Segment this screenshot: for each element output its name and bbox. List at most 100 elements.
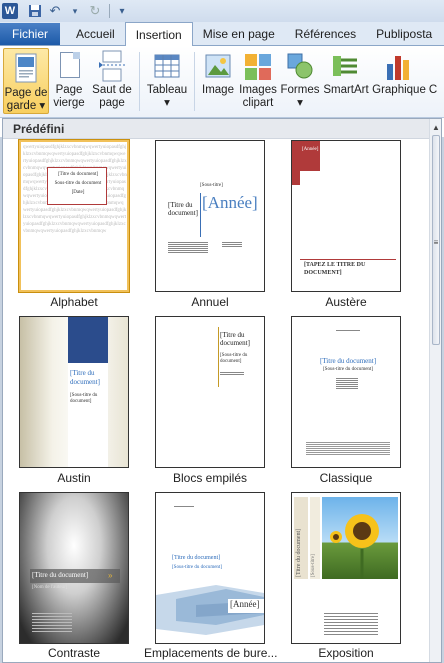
ribbon-insert: Page de garde ▾ Page vierge Saut de page… <box>0 46 444 118</box>
annuel-title: [Titre du document] <box>168 201 198 217</box>
classique-subtitle: [Sous-titre du document] <box>323 367 373 372</box>
page-break-label-2: page <box>99 97 125 109</box>
clipart-button[interactable]: Images clipart <box>237 46 279 117</box>
clipart-label-2: clipart <box>242 97 274 109</box>
customize-qat-icon[interactable]: ▾ <box>113 2 131 20</box>
austin-top-block <box>68 317 108 363</box>
cover-austin-caption: Austin <box>57 471 91 485</box>
blank-page-icon <box>54 50 84 82</box>
cover-annuel-caption: Annuel <box>191 295 229 309</box>
cover-classique-thumb[interactable]: [Titre du document] [Sous-titre du docum… <box>291 316 401 468</box>
cover-contraste-thumb[interactable]: [Titre du document] » [Nom de l'auteur] <box>19 492 129 644</box>
blank-page-button[interactable]: Page vierge <box>49 46 89 117</box>
blank-page-label-2: vierge <box>53 97 85 109</box>
classique-info <box>336 377 358 389</box>
page-break-label-1: Saut de <box>92 84 132 96</box>
tab-mailings[interactable]: Publiposta <box>366 23 442 45</box>
classique-title: [Titre du document] <box>319 357 377 365</box>
ribbon-separator <box>194 52 195 111</box>
cover-emplacements-caption: Emplacements de bure... <box>144 646 278 660</box>
word-cover-page-gallery: W ↶ ▾ ↻ ▾ Fichier Accueil Insertion Mise… <box>0 0 444 663</box>
cover-page-label-2: garde ▾ <box>6 100 46 112</box>
shapes-button[interactable]: Formes ▾ <box>279 46 321 117</box>
page-break-button[interactable]: Saut de page <box>89 46 135 117</box>
cover-austere-caption: Austère <box>325 295 367 309</box>
cover-page-button[interactable]: Page de garde ▾ <box>3 48 49 114</box>
annuel-subtitle: [Sous-titre] <box>200 183 223 188</box>
contraste-author: [Nom de l'auteur] <box>32 585 68 590</box>
blocs-author <box>220 371 244 375</box>
cover-exposition-thumb[interactable]: [Titre du document] [Sous-titre] <box>291 492 401 644</box>
emplacements-graphic <box>156 585 264 635</box>
annuel-divider <box>200 193 201 237</box>
chart-button[interactable]: Graphique <box>371 46 427 117</box>
cover-page-icon <box>11 53 41 85</box>
ribbon-tabs: Fichier Accueil Insertion Mise en page R… <box>0 22 444 46</box>
scroll-up-icon[interactable]: ▲ <box>430 120 442 134</box>
cover-blocs-thumb[interactable]: [Titre du document] [Sous-titre du docum… <box>155 316 265 468</box>
smartart-label: SmartArt <box>323 84 369 96</box>
clipart-icon <box>243 50 273 82</box>
smartart-button[interactable]: SmartArt <box>321 46 371 117</box>
cover-exposition-caption: Exposition <box>318 646 374 660</box>
cover-classique-caption: Classique <box>319 471 373 485</box>
image-button[interactable]: Image <box>199 46 237 117</box>
exposition-title: [Titre du document] <box>296 528 302 577</box>
more-button[interactable]: C <box>427 46 439 117</box>
word-logo-icon[interactable]: W <box>2 3 18 19</box>
scroll-grip-icon: ≡ <box>433 237 439 247</box>
austere-rule <box>300 259 396 260</box>
exposition-info <box>324 611 378 635</box>
more-icon <box>427 50 439 82</box>
blank-page-label-1: Page <box>55 84 83 96</box>
chart-icon <box>384 50 414 82</box>
save-icon[interactable] <box>26 2 44 20</box>
tab-page-layout[interactable]: Mise en page <box>193 23 285 45</box>
chart-label: Graphique <box>372 84 426 96</box>
classique-abstract <box>306 441 390 455</box>
alphabet-title-box: [Titre du document] Sous-titre du docume… <box>47 167 107 205</box>
cover-page-gallery: Prédéfini ▲ ≡ qwertyuiopasdfghjklzxcvbnm… <box>2 118 442 663</box>
exposition-subtitle: [Sous-titre] <box>311 554 316 577</box>
emplacements-title: [Titre du document] <box>172 555 221 561</box>
table-button[interactable]: Tableau ▾ <box>144 46 190 117</box>
tab-insert[interactable]: Insertion <box>124 22 193 46</box>
emplacements-year: [Année] <box>230 599 260 609</box>
alphabet-title: [Titre du document] <box>57 172 99 177</box>
gallery-section-header: Prédéfini <box>3 119 433 139</box>
cover-austere-thumb[interactable]: [Année] [TAPEZ LE TITRE DU DOCUMENT] <box>291 140 401 292</box>
cover-contraste-caption: Contraste <box>47 646 101 660</box>
annuel-author <box>222 241 242 247</box>
sunflower-image <box>322 497 398 579</box>
tab-file[interactable]: Fichier <box>0 23 61 45</box>
undo-dropdown-icon[interactable]: ▾ <box>66 2 84 20</box>
image-icon <box>203 50 233 82</box>
cover-alphabet-thumb[interactable]: qwertyuiopasdfghjklzxcvbnmqwqwertyuiopas… <box>18 139 130 293</box>
undo-icon[interactable]: ↶ <box>46 2 64 20</box>
austere-year: [Année] <box>302 147 319 152</box>
gallery-scrollbar[interactable]: ▲ ≡ <box>429 119 441 662</box>
blocs-title: [Titre du document] <box>220 331 250 347</box>
cover-blocs-caption: Blocs empilés <box>172 471 248 485</box>
tab-references[interactable]: Références <box>285 23 366 45</box>
cover-austin-thumb[interactable]: [Titre du document] [Sous-titre du docum… <box>19 316 129 468</box>
annuel-text-lines <box>168 241 208 253</box>
cover-annuel-thumb[interactable]: [Sous-titre] [Titre du document] [Année] <box>155 140 265 292</box>
cover-alphabet-caption: Alphabet <box>50 295 98 309</box>
table-label: Tableau <box>146 84 188 96</box>
annuel-year: [Année] <box>202 193 258 212</box>
austere-year-box: [Année] <box>300 141 320 171</box>
tab-home[interactable]: Accueil <box>66 23 125 45</box>
clipart-label-1: Images <box>239 84 277 96</box>
quick-access-toolbar: W ↶ ▾ ↻ ▾ <box>0 0 444 22</box>
austin-title: [Titre du document] <box>70 369 100 386</box>
emplacements-company <box>174 505 194 508</box>
austin-subtitle: [Sous-titre du document] <box>70 393 98 404</box>
page-break-icon <box>97 50 127 82</box>
redo-icon[interactable]: ↻ <box>86 2 104 20</box>
cover-emplacements-thumb[interactable]: [Titre du document] [Sous-titre du docum… <box>155 492 265 644</box>
exposition-sub-strip: [Sous-titre] <box>310 497 320 579</box>
ribbon-separator <box>139 52 140 111</box>
more-label: C <box>428 84 438 96</box>
blocs-subtitle: [Sous-titre du document] <box>220 353 248 364</box>
